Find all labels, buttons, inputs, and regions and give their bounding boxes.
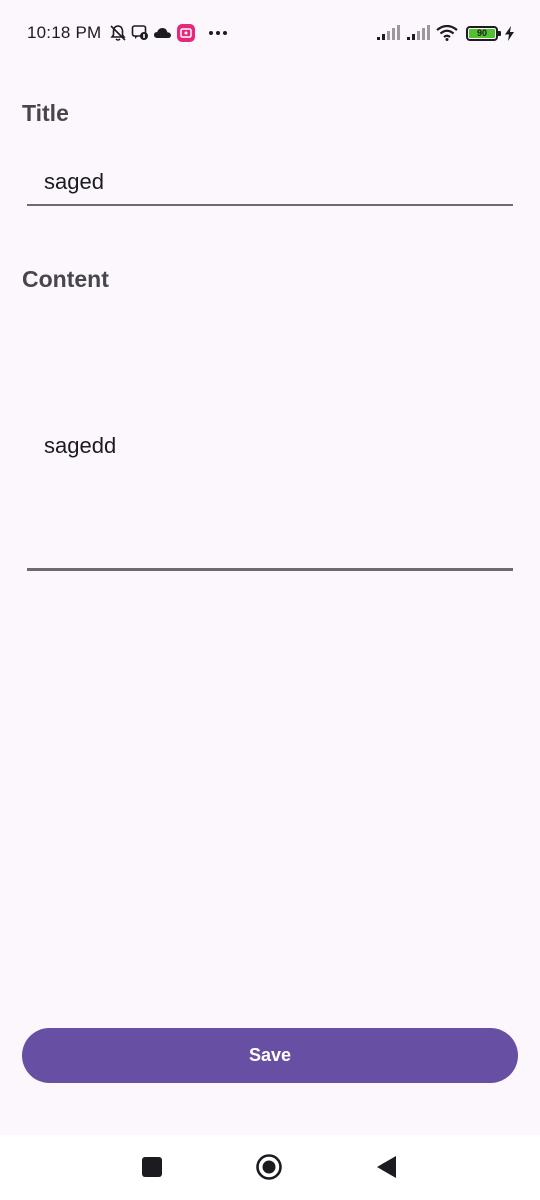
status-left: 10:18 PM (27, 23, 228, 43)
signal-icon (406, 25, 430, 41)
content-input[interactable] (27, 430, 513, 462)
muted-bell-icon (109, 24, 127, 42)
signal-icon (376, 25, 400, 41)
battery-level: 90 (469, 28, 495, 38)
recents-square-icon[interactable] (137, 1152, 167, 1182)
content-underline (27, 568, 513, 571)
charging-icon (505, 25, 514, 41)
title-underline (27, 204, 513, 206)
status-bar: 10:18 PM 90 (0, 0, 540, 66)
status-time: 10:18 PM (27, 23, 102, 42)
wifi-icon (436, 25, 458, 41)
title-label: Title (22, 100, 69, 126)
content-label: Content (22, 266, 109, 292)
cloud-icon (153, 26, 172, 40)
chat-notification-icon (131, 24, 149, 42)
save-button[interactable]: Save (22, 1028, 518, 1083)
note-editor-screen: 10:18 PM 90 Title saged Content sagedd S… (0, 0, 540, 1200)
home-circle-icon[interactable] (254, 1152, 284, 1182)
back-triangle-icon[interactable] (372, 1152, 402, 1182)
more-dots-icon (208, 30, 228, 36)
navigation-bar (0, 1135, 540, 1200)
battery-icon: 90 (466, 25, 501, 41)
app-notification-icon (176, 23, 196, 43)
status-right: 90 (370, 25, 514, 41)
title-input[interactable] (27, 166, 513, 198)
